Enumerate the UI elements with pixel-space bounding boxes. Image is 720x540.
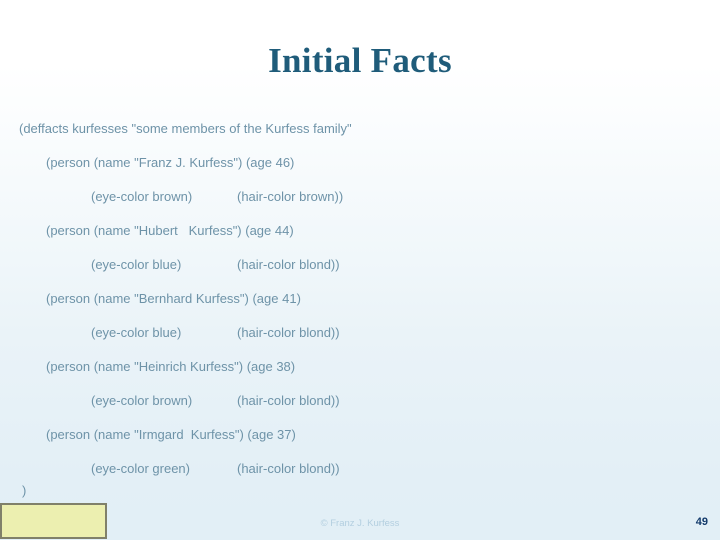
fact-line-text-secondary: (hair-color blond)) [237,393,340,408]
fact-line-text-secondary: (hair-color blond)) [237,257,340,272]
fact-line-text-secondary: (hair-color brown)) [237,189,344,204]
fact-line-text: (eye-color blue) [91,325,182,340]
fact-line-text: (eye-color brown) [91,189,193,204]
fact-line: (person (name "Bernhard Kurfess") (age 4… [0,282,720,316]
closing-paren: ) [22,483,27,498]
fact-line-text: (person (name "Irmgard Kurfess") (age 37… [46,427,296,442]
page-title: Initial Facts [268,41,452,80]
fact-line: (eye-color blue) (hair-color blond)) [0,316,720,350]
fact-line-text: (eye-color brown) [91,393,193,408]
fact-line: (person (name "Hubert Kurfess") (age 44) [0,214,720,248]
fact-line: (person (name "Irmgard Kurfess") (age 37… [0,418,720,452]
fact-line-text: (person (name "Heinrich Kurfess") (age 3… [46,359,296,374]
slide-canvas: Initial Facts (deffacts kurfesses "some … [0,0,720,540]
fact-line: (deffacts kurfesses "some members of the… [0,112,720,146]
fact-line-text-secondary: (hair-color blond)) [237,325,340,340]
fact-line-text: (person (name "Hubert Kurfess") (age 44) [46,223,294,238]
fact-line: (eye-color brown) (hair-color brown)) [0,180,720,214]
fact-line-text: (person (name "Franz J. Kurfess") (age 4… [46,155,295,170]
fact-line-text: (deffacts kurfesses "some members of the… [19,121,352,136]
fact-line: (person (name "Franz J. Kurfess") (age 4… [0,146,720,180]
fact-line-text-secondary: (hair-color blond)) [237,461,340,476]
page-number: 49 [695,516,708,528]
fact-line: (eye-color brown) (hair-color blond)) [0,384,720,418]
fact-line-text: (eye-color green) [91,461,190,476]
fact-line-text: (person (name "Bernhard Kurfess") (age 4… [46,291,301,306]
fact-line-text: (eye-color blue) [91,257,182,272]
fact-line: (person (name "Heinrich Kurfess") (age 3… [0,350,720,384]
fact-line: (eye-color green) (hair-color blond)) [0,452,720,486]
footer-copyright: © Franz J. Kurfess [320,518,400,529]
fact-listing: (deffacts kurfesses "some members of the… [0,112,720,486]
fact-line: (eye-color blue) (hair-color blond)) [0,248,720,282]
